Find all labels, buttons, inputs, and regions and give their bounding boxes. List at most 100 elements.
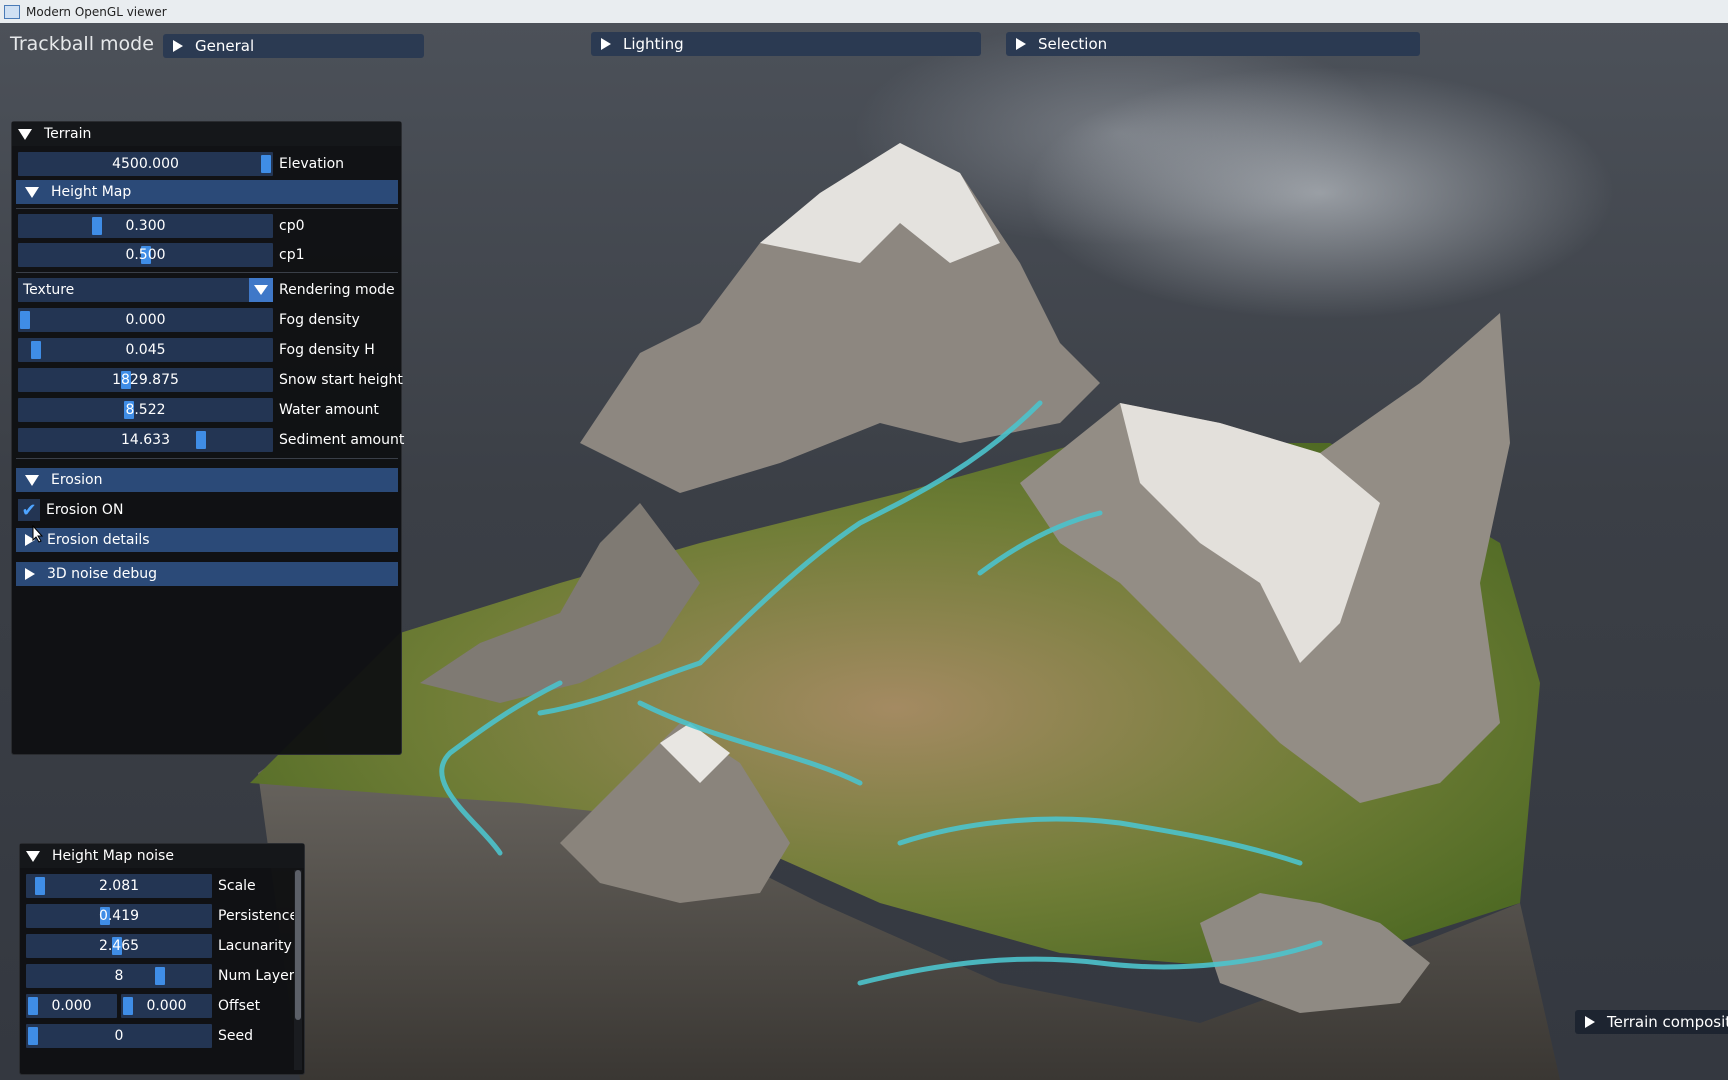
noise-panel-scrollbar[interactable] [294,870,302,1070]
num-layer-slider[interactable]: 8 [26,964,212,988]
cp0-slider[interactable]: 0.300 [18,214,273,238]
lacunarity-label: Lacunarity [218,938,292,954]
erosion-details-header[interactable]: Erosion details [16,528,398,552]
erosion-on-row: ✔ Erosion ON [18,498,123,522]
window-title: Modern OpenGL viewer [26,4,167,19]
fog-density-h-label: Fog density H [279,342,375,358]
general-header[interactable]: General [163,34,424,58]
water-amount-slider[interactable]: 8.522 [18,398,273,422]
window-titlebar: Modern OpenGL viewer [0,0,1728,23]
seed-value: 0 [114,1028,124,1044]
mode-label: Trackball mode [10,33,154,55]
erosion-on-label: Erosion ON [46,502,124,518]
lacunarity-value: 2.465 [98,938,140,954]
noise-panel-title-text: Height Map noise [52,848,174,864]
erosion-title: Erosion [51,472,103,488]
offset-y-slider[interactable]: 0.000 [121,994,212,1018]
selection-header[interactable]: Selection [1006,32,1420,56]
snow-start-height-slider[interactable]: 1829.875 [18,368,273,392]
seed-label: Seed [218,1028,253,1044]
lacunarity-row: 2.465 Lacunarity [26,934,292,958]
dropdown-arrow-icon[interactable] [249,278,273,302]
cp1-label: cp1 [279,247,305,263]
general-header-label: General [195,37,255,55]
triangle-right-icon [1585,1016,1595,1028]
scale-slider[interactable]: 2.081 [26,874,212,898]
rendering-mode-row: Texture Rendering mode [18,278,395,302]
fog-density-h-slider[interactable]: 0.045 [18,338,273,362]
terrain-panel-title[interactable]: Terrain [12,122,401,146]
cp1-slider[interactable]: 0.500 [18,243,273,267]
scale-label: Scale [218,878,256,894]
triangle-right-icon [1016,38,1026,50]
scale-value: 2.081 [98,878,140,894]
separator [16,208,398,209]
elevation-label: Elevation [279,156,345,172]
selection-header-label: Selection [1038,35,1108,53]
sediment-amount-value: 14.633 [121,432,170,448]
persistence-value: 0.419 [98,908,140,924]
triangle-down-icon [25,474,39,486]
triangle-down-icon [25,186,39,198]
persistence-row: 0.419 Persistence [26,904,298,928]
triangle-right-icon [173,40,183,52]
sediment-amount-slider[interactable]: 14.633 [18,428,273,452]
cp1-row: 0.500 cp1 [18,243,305,267]
rendering-mode-value: Texture [23,282,75,298]
elevation-row: 4500.000 Elevation [18,152,344,176]
num-layer-row: 8 Num Layer [26,964,294,988]
lighting-header[interactable]: Lighting [591,32,981,56]
snow-start-height-label: Snow start height [279,372,403,388]
water-amount-row: 8.522 Water amount [18,398,379,422]
triangle-right-icon [25,568,35,580]
cp0-row: 0.300 cp0 [18,214,305,238]
triangle-right-icon [601,38,611,50]
cp1-value: 0.500 [125,247,166,263]
snow-start-height-value: 1829.875 [112,372,179,388]
separator [16,272,398,273]
water-amount-value: 8.522 [125,402,166,418]
seed-row: 0 Seed [26,1024,253,1048]
persistence-slider[interactable]: 0.419 [26,904,212,928]
checkmark-icon: ✔ [21,499,37,521]
rendering-mode-combo[interactable]: Texture [18,278,273,302]
mouse-cursor-icon [32,525,44,543]
lighting-header-label: Lighting [623,35,684,53]
cp0-value: 0.300 [125,218,166,234]
erosion-on-checkbox[interactable]: ✔ [18,499,40,521]
terrain-composition-label: Terrain composition [1607,1013,1728,1031]
height-map-noise-panel[interactable]: Height Map noise 2.081 Scale 0.419 Persi… [19,843,305,1075]
3d-viewport[interactable]: Trackball mode General Lighting Selectio… [0,23,1728,1080]
fog-density-row: 0.000 Fog density [18,308,360,332]
rendering-mode-label: Rendering mode [279,282,395,298]
snow-start-height-row: 1829.875 Snow start height [18,368,403,392]
scrollbar-thumb[interactable] [295,870,301,1020]
scale-row: 2.081 Scale [26,874,256,898]
offset-x-slider[interactable]: 0.000 [26,994,117,1018]
num-layer-label: Num Layer [218,968,295,984]
triangle-down-icon [18,128,32,140]
noise-debug-header[interactable]: 3D noise debug [16,562,398,586]
noise-panel-title[interactable]: Height Map noise [20,844,304,868]
num-layer-value: 8 [114,968,124,984]
terrain-composition-header[interactable]: Terrain composition [1575,1010,1728,1034]
fog-density-h-value: 0.045 [125,342,166,358]
fog-density-slider[interactable]: 0.000 [18,308,273,332]
erosion-header[interactable]: Erosion [16,468,398,492]
offset-x-value: 0.000 [51,998,92,1014]
sediment-amount-label: Sediment amount [279,432,405,448]
terrain-panel[interactable]: Terrain 4500.000 Elevation Height Map 0.… [11,121,404,755]
elevation-value: 4500.000 [112,156,179,172]
sediment-amount-row: 14.633 Sediment amount [18,428,404,452]
water-amount-label: Water amount [279,402,379,418]
terrain-panel-title-text: Terrain [44,126,92,142]
noise-debug-title: 3D noise debug [47,566,157,582]
elevation-slider[interactable]: 4500.000 [18,152,273,176]
separator [16,458,398,459]
triangle-down-icon [26,850,40,862]
lacunarity-slider[interactable]: 2.465 [26,934,212,958]
seed-slider[interactable]: 0 [26,1024,212,1048]
height-map-header[interactable]: Height Map [16,180,398,204]
fog-density-h-row: 0.045 Fog density H [18,338,375,362]
cp0-label: cp0 [279,218,305,234]
